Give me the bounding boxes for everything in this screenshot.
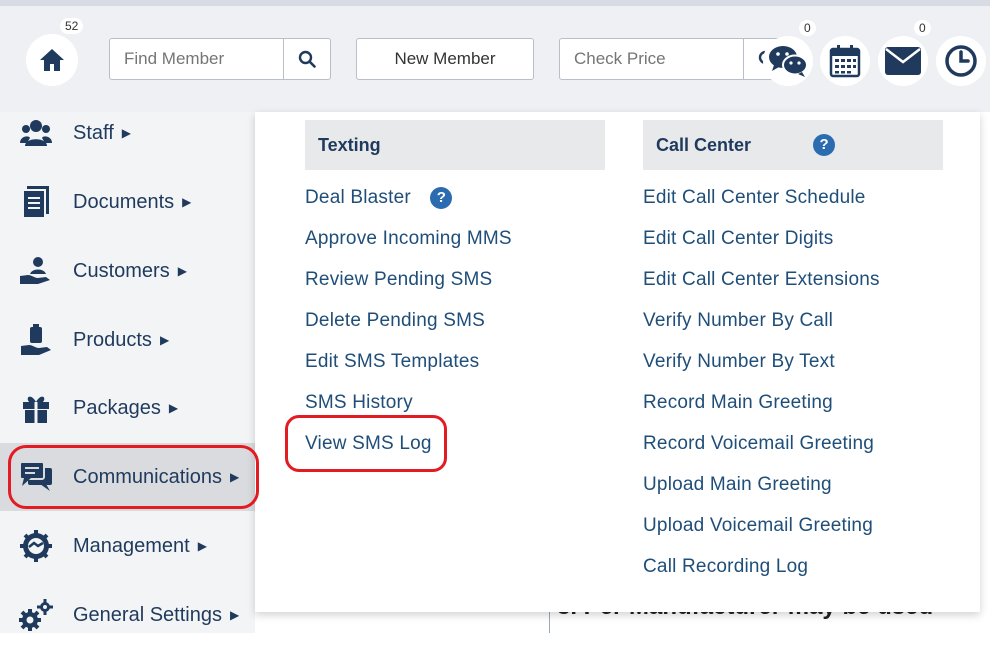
caret-right-icon: ▶ <box>159 333 170 347</box>
document-icon <box>18 184 54 220</box>
help-icon[interactable]: ? <box>813 134 836 156</box>
handshake-gear-icon <box>18 528 54 564</box>
customer-hand-icon <box>18 253 54 289</box>
history-button[interactable] <box>936 36 986 86</box>
sidebar-item-customers[interactable]: Customers ▶ <box>0 237 255 305</box>
sidebar-item-management[interactable]: Management ▶ <box>0 512 255 580</box>
content-divider <box>549 612 550 633</box>
texting-heading-label: Texting <box>318 134 381 155</box>
link-edit-call-center-schedule[interactable]: Edit Call Center Schedule <box>643 187 866 209</box>
link-edit-call-center-extensions[interactable]: Edit Call Center Extensions <box>643 269 880 291</box>
wechat-icon <box>769 46 808 77</box>
mail-button[interactable] <box>878 36 928 86</box>
view-sms-log-highlight <box>285 415 447 472</box>
gift-box-icon <box>18 390 54 426</box>
sidebar-item-staff[interactable]: Staff ▶ <box>0 99 255 167</box>
top-bar: 52 New Member 0 <box>0 0 990 112</box>
sidebar-item-products[interactable]: Products ▶ <box>0 306 255 374</box>
sidebar-item-label: Documents <box>73 190 175 213</box>
caret-right-icon: ▶ <box>197 539 207 553</box>
link-delete-pending-sms[interactable]: Delete Pending SMS <box>305 310 485 332</box>
link-deal-blaster[interactable]: Deal Blaster ? <box>305 187 453 209</box>
gears-icon <box>18 597 54 633</box>
sidebar-item-documents[interactable]: Documents ▶ <box>0 168 255 236</box>
call-center-heading: Call Center ? <box>643 120 943 170</box>
find-member-search-button[interactable] <box>283 39 330 79</box>
sidebar-item-label: Staff <box>73 121 114 144</box>
link-upload-main-greeting[interactable]: Upload Main Greeting <box>643 474 832 496</box>
search-icon <box>298 50 316 68</box>
link-sms-history[interactable]: SMS History <box>305 392 413 414</box>
sidebar-item-label: Products <box>73 328 152 351</box>
find-member-input[interactable] <box>110 39 283 79</box>
link-upload-voicemail-greeting[interactable]: Upload Voicemail Greeting <box>643 515 873 537</box>
link-review-pending-sms[interactable]: Review Pending SMS <box>305 269 492 291</box>
check-price-box <box>559 38 791 80</box>
envelope-icon <box>885 47 921 75</box>
caret-right-icon: ▶ <box>182 195 192 209</box>
sidebar-item-label: General Settings <box>73 603 222 626</box>
sidebar-item-general-settings[interactable]: General Settings ▶ <box>0 581 255 649</box>
sidebar-item-label: Management <box>73 534 190 557</box>
home-badge: 52 <box>60 18 84 34</box>
link-label: Deal Blaster <box>305 187 411 209</box>
product-hand-icon <box>18 322 54 358</box>
link-record-main-greeting[interactable]: Record Main Greeting <box>643 392 833 414</box>
users-icon <box>18 115 54 151</box>
sidebar-item-packages[interactable]: Packages ▶ <box>0 374 255 442</box>
chat-button[interactable] <box>763 36 813 86</box>
sidebar: Staff ▶ Documents ▶ Customers ▶ Products… <box>0 112 255 633</box>
caret-right-icon: ▶ <box>168 401 179 415</box>
link-record-voicemail-greeting[interactable]: Record Voicemail Greeting <box>643 433 874 455</box>
caret-right-icon: ▶ <box>229 608 240 622</box>
link-edit-sms-templates[interactable]: Edit SMS Templates <box>305 351 479 373</box>
link-call-recording-log[interactable]: Call Recording Log <box>643 556 808 578</box>
help-icon[interactable]: ? <box>430 187 453 209</box>
calendar-button[interactable] <box>820 36 870 86</box>
texting-heading: Texting <box>305 120 605 170</box>
check-price-input[interactable] <box>560 39 743 79</box>
chat-badge: 0 <box>799 20 816 36</box>
sidebar-item-label: Packages <box>73 396 161 419</box>
sidebar-item-label: Customers <box>73 259 170 282</box>
calendar-icon <box>829 45 861 78</box>
home-icon <box>40 49 64 71</box>
clock-icon <box>945 45 977 77</box>
link-verify-number-by-text[interactable]: Verify Number By Text <box>643 351 835 373</box>
caret-right-icon: ▶ <box>121 126 132 140</box>
caret-right-icon: ▶ <box>177 264 187 278</box>
link-approve-incoming-mms[interactable]: Approve Incoming MMS <box>305 228 512 250</box>
mail-badge: 0 <box>914 20 931 36</box>
find-member-box <box>109 38 331 80</box>
link-edit-call-center-digits[interactable]: Edit Call Center Digits <box>643 228 833 250</box>
link-verify-number-by-call[interactable]: Verify Number By Call <box>643 310 833 332</box>
call-center-heading-label: Call Center <box>656 134 752 155</box>
home-button[interactable] <box>26 34 78 86</box>
new-member-button[interactable]: New Member <box>356 38 534 80</box>
communications-highlight <box>8 445 259 509</box>
communications-dropdown: Texting Deal Blaster ? Approve Incoming … <box>255 112 980 612</box>
